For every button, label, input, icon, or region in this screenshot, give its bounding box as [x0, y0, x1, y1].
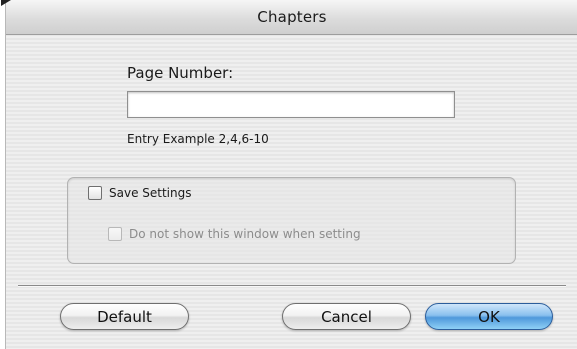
page-number-input[interactable] — [127, 91, 455, 118]
page-number-label: Page Number: — [127, 64, 234, 82]
button-separator — [18, 285, 566, 287]
save-settings-label[interactable]: Save Settings — [109, 186, 192, 200]
entry-example-text: Entry Example 2,4,6-10 — [127, 132, 269, 146]
do-not-show-label: Do not show this window when setting — [129, 227, 361, 241]
chapters-dialog: Chapters — [1, 0, 577, 349]
do-not-show-option: Do not show this window when setting — [108, 227, 361, 241]
save-settings-option[interactable]: Save Settings — [88, 186, 192, 200]
do-not-show-checkbox — [108, 227, 122, 241]
ok-button[interactable]: OK — [425, 303, 553, 330]
window-corner-mark — [1, 0, 11, 6]
cancel-button[interactable]: Cancel — [282, 303, 411, 330]
default-button[interactable]: Default — [60, 303, 189, 330]
save-settings-checkbox[interactable] — [88, 186, 102, 200]
window-title: Chapters — [257, 8, 327, 26]
title-bar[interactable]: Chapters — [1, 0, 577, 35]
